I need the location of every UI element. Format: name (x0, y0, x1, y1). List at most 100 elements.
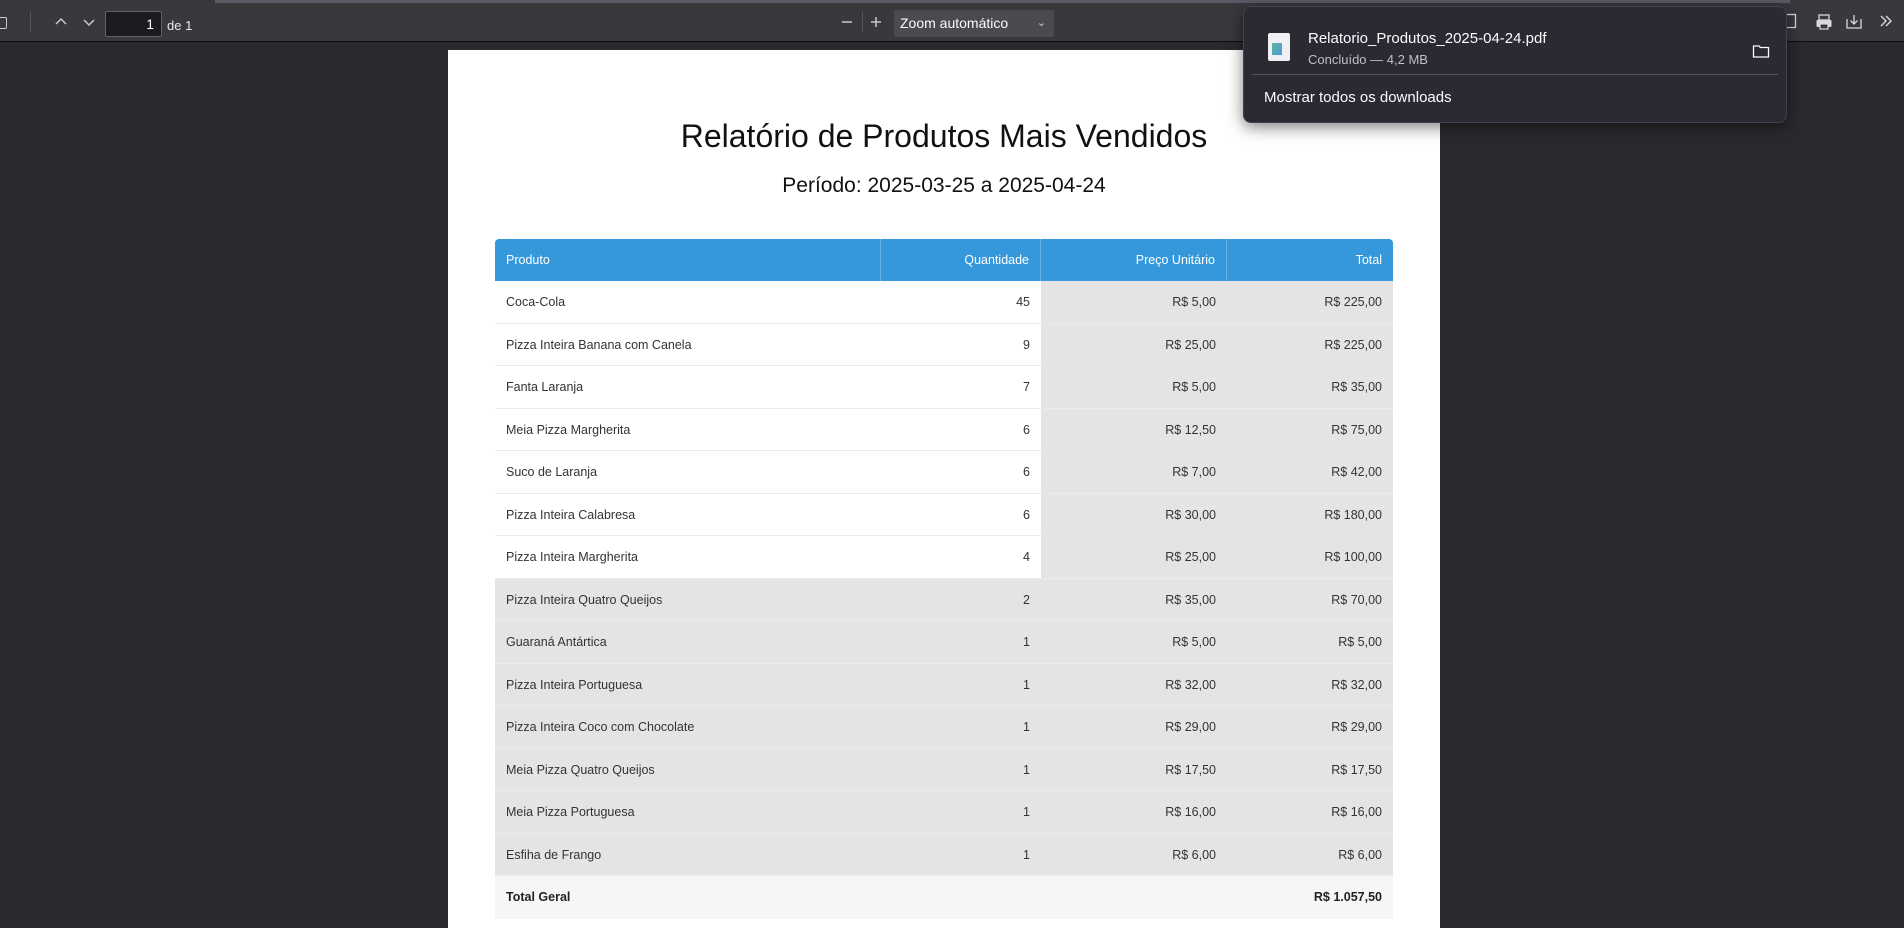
tools-menu-icon[interactable] (1878, 13, 1896, 31)
cell-quantidade: 1 (1023, 635, 1030, 649)
cell-total: R$ 225,00 (1227, 323, 1393, 366)
download-file-name: Relatorio_Produtos_2025-04-24.pdf (1308, 30, 1547, 47)
cell-preco-unitario: R$ 16,00 (1165, 805, 1216, 819)
previous-page-button[interactable] (50, 11, 72, 33)
cell-quantidade: 1 (1023, 677, 1030, 692)
cell-total: R$ 29,00 (1331, 720, 1382, 734)
cell-produto: Guaraná Antártica (506, 635, 607, 649)
cell-total: R$ 5,00 (1338, 635, 1382, 649)
table-row: Fanta Laranja 7 R$ 5,00 R$ 35,00 (495, 366, 1393, 409)
column-header-produto: Produto (495, 239, 881, 281)
column-header-total: Total (1355, 253, 1382, 267)
cell-quantidade: 6 (1023, 422, 1030, 437)
table-row: Meia Pizza Portuguesa 1 R$ 16,00 R$ 16,00 (495, 791, 1393, 834)
cell-quantidade: 1 (1023, 762, 1030, 777)
minus-icon (842, 21, 852, 23)
cell-produto: Meia Pizza Margherita (506, 422, 631, 437)
cell-total: R$ 17,50 (1331, 762, 1382, 777)
table-row: Guaraná Antártica 1 R$ 5,00 R$ 5,00 (495, 621, 1393, 664)
cell-quantidade: 6 (1023, 507, 1030, 522)
cell-preco-unitario: R$ 25,00 (1041, 323, 1227, 366)
cell-quantidade: 1 (1023, 720, 1030, 734)
cell-quantidade: 4 (1023, 550, 1030, 564)
cell-total: R$ 70,00 (1331, 592, 1382, 607)
cell-quantidade: 9 (1023, 337, 1030, 352)
cell-preco-unitario: R$ 5,00 (1041, 366, 1227, 408)
folder-icon[interactable] (1752, 43, 1774, 61)
cell-total: R$ 32,00 (1331, 677, 1382, 692)
cell-produto: Pizza Inteira Calabresa (506, 507, 636, 522)
toolbar-separator (862, 12, 863, 32)
cell-produto: Fanta Laranja (506, 380, 584, 394)
table-row: Suco de Laranja 6 R$ 7,00 R$ 42,00 (495, 451, 1393, 494)
page-count-label: de 1 (167, 18, 193, 33)
table-row: Pizza Inteira Portuguesa 1 R$ 32,00 R$ 32,0… (495, 663, 1393, 706)
cell-produto: Meia Pizza Quatro Queijos (506, 762, 655, 777)
panel-divider (1252, 74, 1778, 75)
cell-preco-unitario: R$ 7,00 (1041, 451, 1227, 493)
cell-preco-unitario: R$ 17,50 (1165, 762, 1216, 777)
cell-quantidade: 1 (1023, 805, 1030, 819)
cell-produto: Pizza Inteira Portuguesa (506, 677, 643, 692)
cell-total: R$ 225,00 (1227, 281, 1393, 323)
downloads-panel: Relatorio_Produtos_2025-04-24.pdf Conclu… (1243, 6, 1787, 123)
cell-preco-unitario: R$ 32,00 (1165, 677, 1216, 692)
print-icon[interactable] (1815, 13, 1833, 31)
cell-total: R$ 16,00 (1331, 805, 1382, 819)
cell-total: R$ 42,00 (1227, 451, 1393, 493)
plus-icon (871, 17, 881, 27)
cell-quantidade: 2 (1023, 592, 1030, 607)
cell-produto: Pizza Inteira Quatro Queijos (506, 592, 663, 607)
pdf-page: Relatório de Produtos Mais Vendidos Perí… (448, 50, 1440, 928)
cell-preco-unitario: R$ 12,50 (1041, 408, 1227, 451)
cell-quantidade: 7 (1023, 380, 1030, 394)
next-page-button[interactable] (78, 11, 100, 33)
chevron-up-icon (55, 17, 67, 25)
cell-preco-unitario: R$ 5,00 (1172, 635, 1216, 649)
cell-total: R$ 100,00 (1227, 536, 1393, 578)
zoom-in-button[interactable] (865, 11, 887, 33)
cell-produto: Pizza Inteira Margherita (506, 550, 639, 564)
cell-total: R$ 35,00 (1227, 366, 1393, 408)
cell-preco-unitario: R$ 35,00 (1165, 592, 1216, 607)
cell-quantidade: 6 (1023, 465, 1030, 479)
cell-total: R$ 6,00 (1338, 847, 1382, 862)
cell-preco-unitario: R$ 30,00 (1041, 493, 1227, 536)
cell-preco-unitario: R$ 6,00 (1172, 847, 1216, 862)
show-all-downloads-button[interactable]: Mostrar todos os downloads (1264, 89, 1452, 106)
table-row: Pizza Inteira Banana com Canela 9 R$ 25,00… (495, 323, 1393, 366)
total-value: R$ 1.057,50 (1313, 890, 1382, 904)
zoom-out-button[interactable] (836, 11, 858, 33)
table-row: Pizza Inteira Coco com Chocolate 1 R$ 29,0… (495, 706, 1393, 749)
zoom-select[interactable]: Zoom automático ⌄ (894, 10, 1054, 37)
column-header-quantidade: Quantidade (881, 239, 1041, 281)
total-row: Total Geral R$ 1.057,50 (495, 876, 1393, 919)
cell-produto: Pizza Inteira Coco com Chocolate (506, 720, 695, 734)
table-row: Meia Pizza Quatro Queijos 1 R$ 17,50 R$ 17,… (495, 748, 1393, 791)
report-title: Relatório de Produtos Mais Vendidos (680, 118, 1208, 154)
column-header-preco-unitario: Preço Unitário (1041, 239, 1227, 281)
pdf-file-icon (1268, 33, 1290, 61)
table-row: Pizza Inteira Calabresa 6 R$ 30,00 R$ 180,0… (495, 493, 1393, 536)
report-period: Período: 2025-03-25 a 2025-04-24 (782, 174, 1106, 197)
sidebar-toggle-icon[interactable] (0, 17, 7, 29)
toolbar-separator (30, 12, 31, 32)
table-header: Produto Quantidade Preço Unitário Total (495, 239, 1393, 281)
cell-produto: Meia Pizza Portuguesa (506, 805, 635, 819)
cell-preco-unitario: R$ 29,00 (1165, 720, 1216, 734)
table-row: Esfiha de Frango 1 R$ 6,00 R$ 6,00 (495, 833, 1393, 876)
tab-strip-edge (215, 0, 1790, 3)
page-number-input[interactable]: 1 (105, 11, 162, 37)
table-row: Pizza Inteira Quatro Queijos 2 R$ 35,00 R$ … (495, 578, 1393, 621)
table-row: Coca-Cola 45 R$ 5,00 R$ 225,00 (495, 281, 1393, 324)
cell-preco-unitario: R$ 25,00 (1041, 536, 1227, 578)
cell-produto: Esfiha de Frango (506, 847, 602, 862)
download-item[interactable]: Relatorio_Produtos_2025-04-24.pdf Conclu… (1252, 15, 1778, 69)
zoom-select-label: Zoom automático (900, 15, 1009, 31)
total-label: Total Geral (506, 890, 571, 904)
cell-total: R$ 75,00 (1227, 408, 1393, 451)
cell-total: R$ 180,00 (1227, 493, 1393, 536)
table-row: Pizza Inteira Margherita 4 R$ 25,00 R$ 100,… (495, 536, 1393, 579)
cell-quantidade: 1 (1023, 847, 1030, 862)
save-icon[interactable] (1845, 13, 1863, 31)
